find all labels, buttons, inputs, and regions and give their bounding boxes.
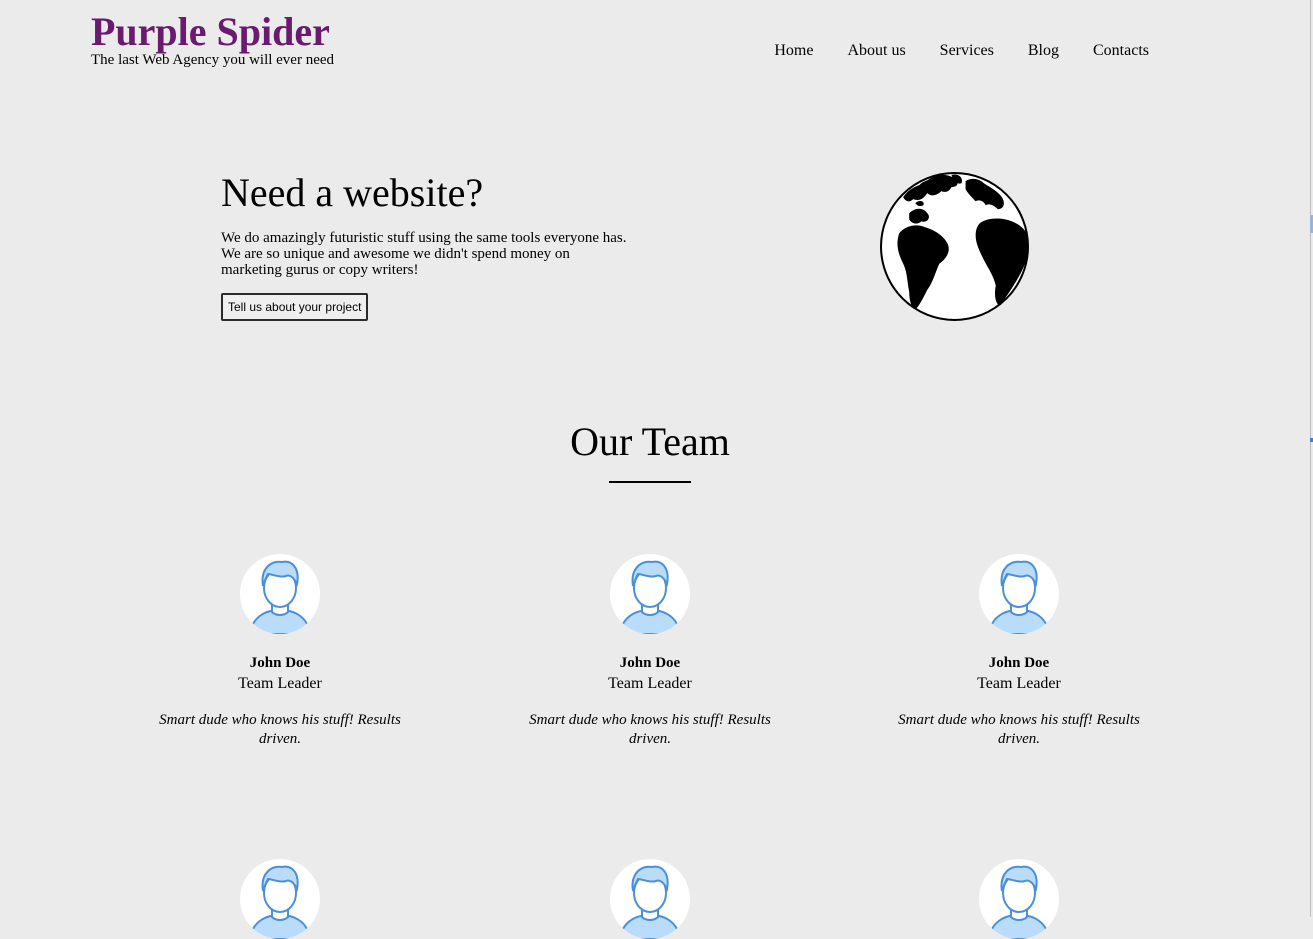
member-bio: Smart dude who knows his stuff! Results … [529, 712, 771, 747]
member-name: John Doe [988, 655, 1050, 671]
member-role: Team Leader [977, 675, 1061, 692]
member-role: Team Leader [608, 675, 692, 692]
globe-icon [880, 172, 1029, 321]
user-avatar-icon [979, 859, 1059, 939]
brand-tagline: The last Web Agency you will ever need [91, 52, 335, 68]
nav-link-blog[interactable]: Blog [1028, 42, 1059, 60]
nav-link-about[interactable]: About us [847, 42, 905, 60]
member-bio: Smart dude who knows his stuff! Results … [159, 712, 401, 747]
nav-link-home[interactable]: Home [774, 42, 813, 60]
team-title: Our Team [570, 419, 730, 464]
team-member-card [869, 859, 1169, 939]
hero-heading: Need a website? [221, 170, 484, 215]
brand-title[interactable]: Purple Spider [91, 8, 334, 56]
user-avatar-icon [240, 859, 320, 939]
user-avatar-icon [610, 859, 690, 939]
brand: Purple Spider The last Web Agency you wi… [91, 8, 334, 68]
team-member-card: John Doe Team Leader Smart dude who know… [869, 554, 1169, 749]
team-member-card [500, 859, 800, 939]
member-bio: Smart dude who knows his stuff! Results … [898, 712, 1140, 747]
main-nav: Home About us Services Blog Contacts [774, 42, 1149, 60]
title-divider [609, 481, 691, 483]
hero-text: We do amazingly futuristic stuff using t… [221, 230, 627, 278]
project-button[interactable]: Tell us about your project [221, 293, 369, 321]
member-role: Team Leader [238, 675, 322, 692]
member-name: John Doe [249, 655, 311, 671]
team-member-card [130, 859, 430, 939]
user-avatar-icon [979, 554, 1059, 634]
hero-content: Need a website? We do amazingly futurist… [221, 170, 641, 321]
window-edge [1310, 0, 1311, 917]
user-avatar-icon [240, 554, 320, 634]
member-name: John Doe [619, 655, 681, 671]
team-member-card: John Doe Team Leader Smart dude who know… [130, 554, 430, 749]
nav-link-contacts[interactable]: Contacts [1093, 42, 1149, 60]
user-avatar-icon [610, 554, 690, 634]
team-member-card: John Doe Team Leader Smart dude who know… [500, 554, 800, 749]
nav-link-services[interactable]: Services [940, 42, 994, 60]
